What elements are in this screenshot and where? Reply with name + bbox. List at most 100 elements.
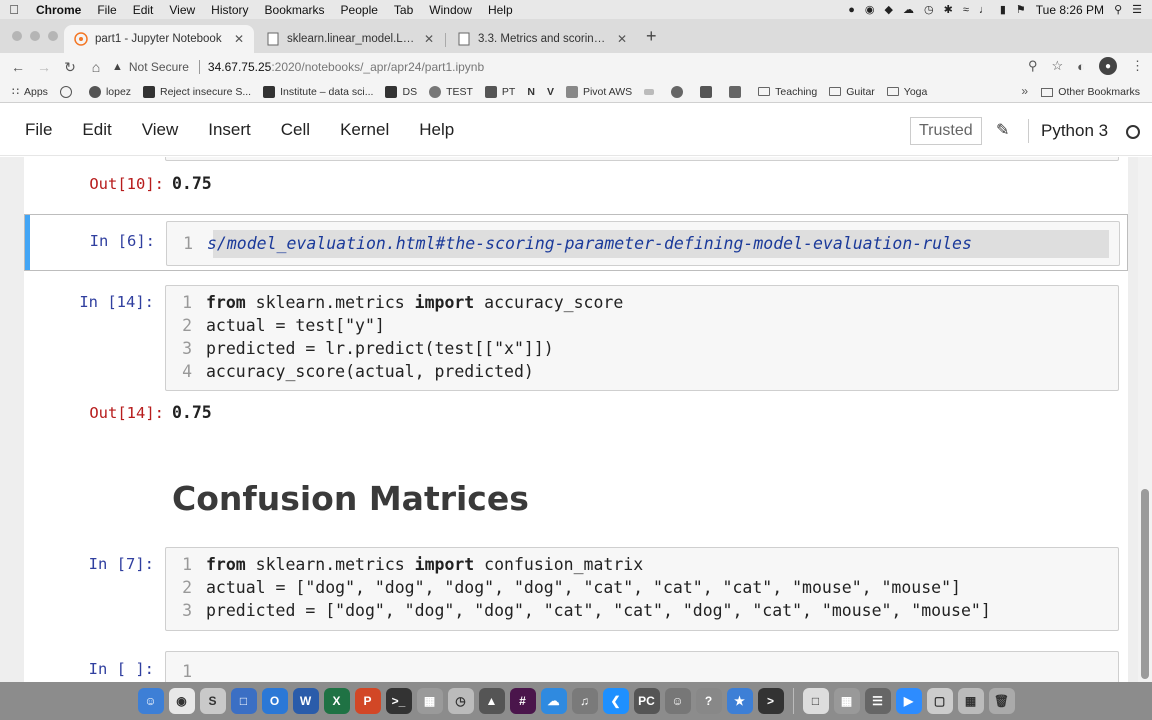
bookmark-lopez[interactable]: lopez: [88, 85, 131, 98]
code-input[interactable]: 1 s/model_evaluation.html#the-scoring-pa…: [166, 221, 1120, 266]
minimize-window-button[interactable]: [30, 31, 40, 41]
forward-arrow-icon[interactable]: →: [31, 59, 57, 75]
apple-menu-icon[interactable]: : [0, 2, 28, 17]
menu-app-chrome[interactable]: Chrome: [28, 3, 89, 17]
bluetooth-icon[interactable]: ✱: [944, 3, 953, 16]
outlook-icon[interactable]: O: [261, 688, 288, 714]
menu-file[interactable]: File: [89, 3, 124, 17]
bookmark-institute[interactable]: Institute – data sci...: [263, 85, 373, 98]
bookmark-loading[interactable]: [59, 85, 77, 98]
powerpoint-icon[interactable]: P: [354, 688, 381, 714]
kernel-name[interactable]: Python 3: [1041, 121, 1108, 141]
close-tab-icon[interactable]: ✕: [416, 32, 434, 46]
code-input[interactable]: 1 from sklearn.metrics import accuracy_s…: [165, 285, 1119, 391]
security-label[interactable]: Not Secure: [129, 60, 189, 74]
cloud-upload-icon[interactable]: ☁: [540, 688, 567, 714]
document-icon[interactable]: □: [802, 688, 829, 714]
chrome-icon[interactable]: ◉: [168, 688, 195, 714]
bookmark-icon-b[interactable]: [671, 85, 688, 98]
bookmark-reject-insecure[interactable]: Reject insecure S...: [143, 85, 251, 98]
profile-avatar[interactable]: ●: [1099, 57, 1117, 75]
menubar-clock[interactable]: Tue 8:26 PM: [1036, 3, 1104, 17]
notebook-area[interactable]: Out[10]: 0.75 In [6]: 1 s/model_evaluati…: [0, 157, 1152, 682]
smiley-icon[interactable]: ☺: [664, 688, 691, 714]
bookmark-yoga[interactable]: Yoga: [886, 86, 927, 98]
battery-icon[interactable]: ▮: [1000, 3, 1006, 16]
code-line[interactable]: 3 predicted = lr.predict(test[["x"]]): [166, 337, 1118, 360]
zoom-video-icon[interactable]: ▶: [895, 688, 922, 714]
slack-icon[interactable]: #: [509, 688, 536, 714]
notification-center-icon[interactable]: ☰: [1132, 3, 1142, 16]
code-line[interactable]: 1: [166, 660, 1118, 682]
url-path[interactable]: :2020/notebooks/_apr/apr24/part1.ipynb: [271, 60, 484, 74]
star-app-icon[interactable]: ★: [726, 688, 753, 714]
close-window-button[interactable]: [12, 31, 22, 41]
photos-icon[interactable]: ▦: [833, 688, 860, 714]
cloud-icon[interactable]: ☁: [903, 3, 914, 16]
keynote-icon[interactable]: □: [230, 688, 257, 714]
jupyter-menu-insert[interactable]: Insert: [192, 120, 265, 140]
url-host[interactable]: 34.67.75.25: [208, 60, 271, 74]
bookmark-test[interactable]: TEST: [429, 85, 473, 98]
sublime-icon[interactable]: S: [199, 688, 226, 714]
bookmark-pt[interactable]: PT: [484, 85, 515, 98]
close-tab-icon[interactable]: ✕: [609, 32, 627, 46]
scrollbar-thumb[interactable]: [1141, 489, 1149, 679]
extension-icon[interactable]: ◐: [1077, 59, 1085, 74]
jupyter-menu-kernel[interactable]: Kernel: [324, 120, 403, 140]
wifi-icon[interactable]: ≈: [963, 4, 969, 16]
bookmark-other[interactable]: Other Bookmarks: [1041, 86, 1140, 98]
help-question-icon[interactable]: ?: [695, 688, 722, 714]
new-tab-plus-icon[interactable]: +: [646, 26, 657, 47]
home-icon[interactable]: ⌂: [83, 59, 109, 75]
close-tab-icon[interactable]: ✕: [226, 32, 244, 46]
warning-triangle-icon[interactable]: ▲: [112, 61, 123, 73]
code-input[interactable]: 1: [165, 651, 1119, 682]
back-arrow-icon[interactable]: ←: [5, 59, 31, 75]
menu-people[interactable]: People: [333, 3, 386, 17]
bookmark-teaching[interactable]: Teaching: [758, 86, 817, 98]
screen-icon[interactable]: ▢: [926, 688, 953, 714]
bookmark-v[interactable]: V: [547, 86, 554, 98]
code-line[interactable]: 1 s/model_evaluation.html#the-scoring-pa…: [167, 232, 1119, 255]
menu-edit[interactable]: Edit: [125, 3, 162, 17]
pencil-edit-icon[interactable]: ✎: [996, 120, 1009, 140]
menu-history[interactable]: History: [203, 3, 256, 17]
bookmark-ds[interactable]: DS: [385, 85, 417, 98]
finder-icon[interactable]: ☺: [137, 688, 164, 714]
terminal-icon[interactable]: >_: [385, 688, 412, 714]
menu-view[interactable]: View: [161, 3, 203, 17]
excel-icon[interactable]: X: [323, 688, 350, 714]
vpn-icon[interactable]: ◉: [865, 3, 875, 16]
jupyter-menu-view[interactable]: View: [126, 120, 193, 140]
tab-jupyter[interactable]: part1 - Jupyter Notebook ✕: [64, 25, 254, 53]
chrome-menu-kebab-icon[interactable]: ⋮: [1131, 58, 1144, 74]
bookmark-guitar[interactable]: Guitar: [829, 86, 875, 98]
clock-icon[interactable]: ◷: [447, 688, 474, 714]
previous-cell-input[interactable]: [165, 157, 1119, 161]
bookmark-apps[interactable]: ∷ Apps: [12, 85, 48, 99]
word-icon[interactable]: W: [292, 688, 319, 714]
jupyter-menu-cell[interactable]: Cell: [265, 120, 324, 140]
code-line[interactable]: 1 from sklearn.metrics import accuracy_s…: [166, 291, 1118, 314]
tab-metrics-scoring[interactable]: 3.3. Metrics and scoring: qua ✕: [447, 25, 637, 53]
reload-icon[interactable]: ↻: [57, 59, 83, 76]
timemachine-icon[interactable]: ◷: [924, 3, 934, 16]
menu-tab[interactable]: Tab: [386, 3, 421, 17]
spotlight-icon[interactable]: ⚲: [1114, 3, 1122, 16]
code-line[interactable]: 3 predicted = ["dog", "dog", "dog", "cat…: [166, 599, 1118, 622]
code-text[interactable]: s/model_evaluation.html#the-scoring-para…: [207, 234, 972, 253]
jupyter-menu-file[interactable]: File: [0, 120, 66, 140]
activity-monitor-icon[interactable]: ▲: [478, 688, 505, 714]
trusted-badge[interactable]: Trusted: [910, 117, 982, 145]
bookmark-n[interactable]: N: [527, 86, 535, 98]
bookmark-star-icon[interactable]: ☆: [1051, 58, 1063, 74]
files-icon[interactable]: ▦: [957, 688, 984, 714]
input-flag-icon[interactable]: ⚑: [1016, 3, 1026, 16]
music-icon[interactable]: ♫: [571, 688, 598, 714]
tab-sklearn-logistic[interactable]: sklearn.linear_model.Logistic ✕: [256, 25, 444, 53]
code-line[interactable]: 1 from sklearn.metrics import confusion_…: [166, 553, 1118, 576]
vertical-scrollbar[interactable]: [1138, 157, 1152, 682]
menu-bookmarks[interactable]: Bookmarks: [257, 3, 333, 17]
zoom-magnifier-icon[interactable]: ⚲: [1028, 58, 1038, 74]
